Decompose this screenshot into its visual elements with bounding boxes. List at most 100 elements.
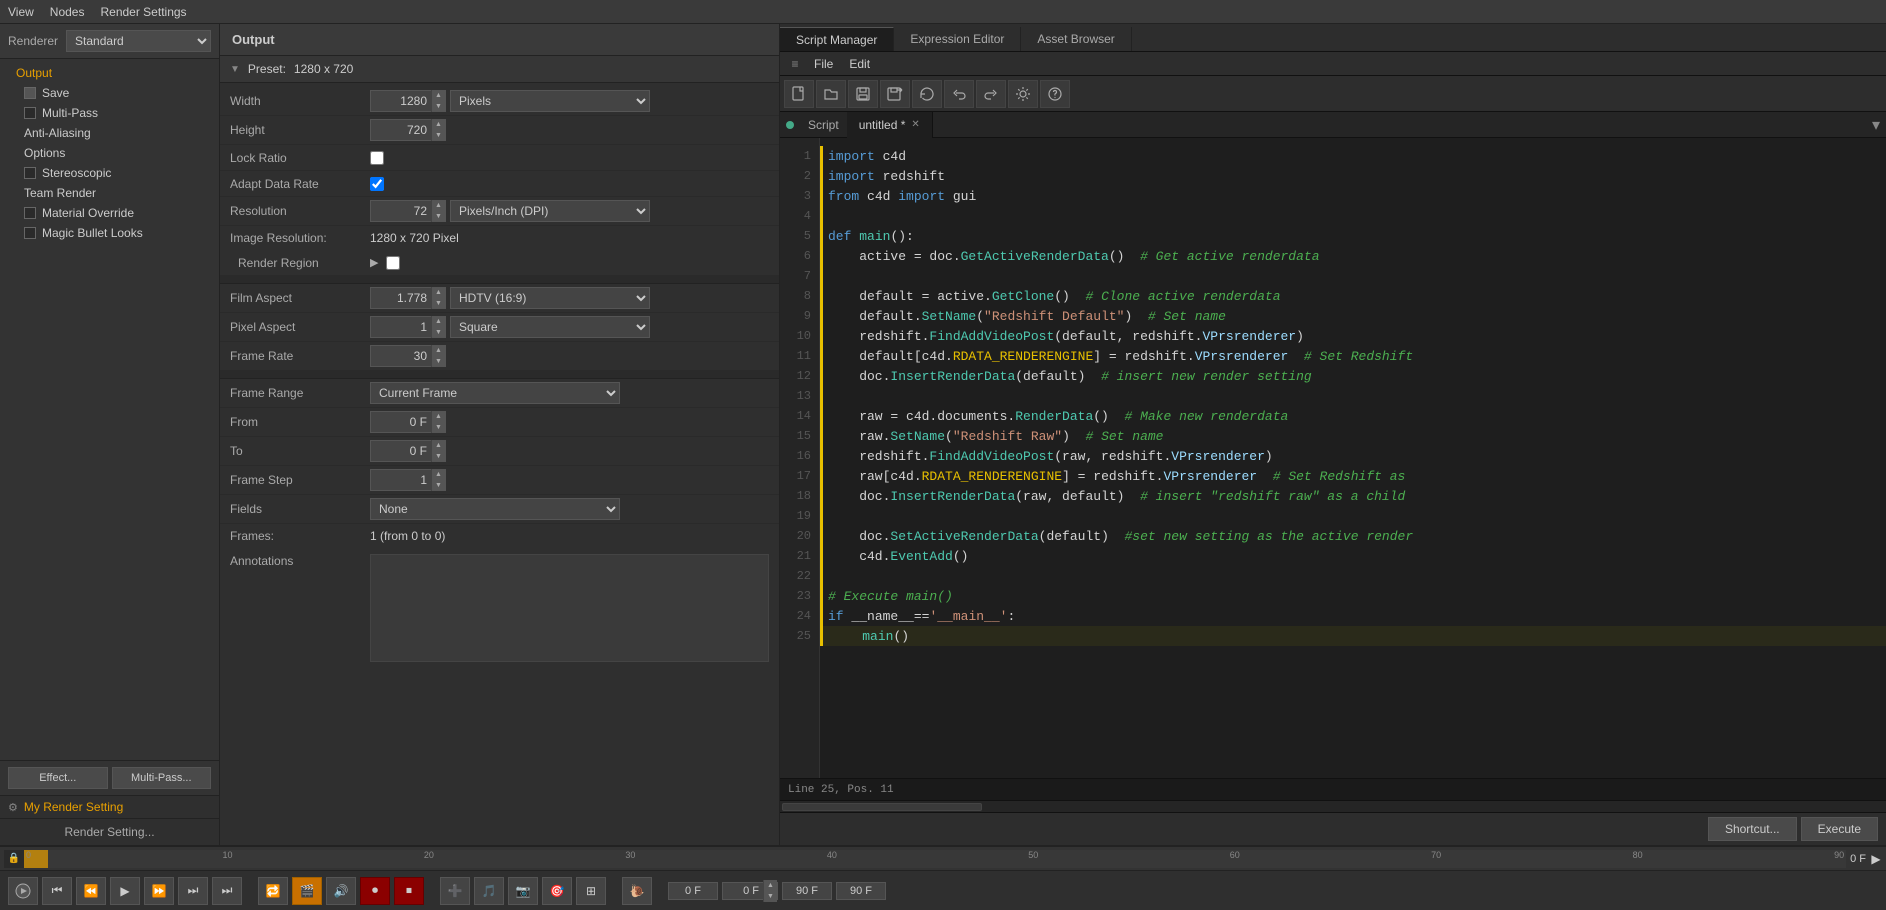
menu-view[interactable]: View bbox=[8, 5, 34, 19]
frame-down[interactable]: ▼ bbox=[763, 891, 777, 902]
film-aspect-input[interactable] bbox=[371, 289, 431, 307]
frame-range-select[interactable]: Current Frame bbox=[370, 382, 620, 404]
to-up-arrow[interactable]: ▲ bbox=[431, 440, 445, 451]
nav-item-stereo-checkbox[interactable] bbox=[24, 167, 36, 179]
pixel-aspect-down-arrow[interactable]: ▼ bbox=[431, 327, 445, 338]
renderer-select[interactable]: Standard bbox=[66, 30, 211, 52]
open-file-btn[interactable] bbox=[816, 80, 846, 108]
save-as-btn[interactable] bbox=[880, 80, 910, 108]
nav-item-multipass-checkbox[interactable] bbox=[24, 107, 36, 119]
loop-btn[interactable]: 🔁 bbox=[258, 877, 288, 905]
script-tab-close[interactable]: ✕ bbox=[911, 119, 919, 130]
frame-step-input-group[interactable]: ▲ ▼ bbox=[370, 469, 446, 491]
settings-btn[interactable] bbox=[1008, 80, 1038, 108]
reload-btn[interactable] bbox=[912, 80, 942, 108]
stop-btn[interactable]: ⏹ bbox=[394, 877, 424, 905]
nav-item-output[interactable]: Output bbox=[0, 63, 219, 83]
skip-end-btn[interactable]: ⏭ bbox=[212, 877, 242, 905]
adapt-data-rate-checkbox[interactable] bbox=[370, 177, 384, 191]
effect-button[interactable]: Effect... bbox=[8, 767, 108, 789]
render-btn[interactable] bbox=[8, 877, 38, 905]
film-aspect-down-arrow[interactable]: ▼ bbox=[431, 298, 445, 309]
width-input-group[interactable]: ▲ ▼ bbox=[370, 90, 446, 112]
snail-btn[interactable]: 🐌 bbox=[622, 877, 652, 905]
track-btn[interactable]: 🎵 bbox=[474, 877, 504, 905]
grid-btn[interactable]: ⊞ bbox=[576, 877, 606, 905]
fields-select[interactable]: None bbox=[370, 498, 620, 520]
current-frame-input[interactable] bbox=[723, 883, 763, 899]
play-btn[interactable]: ▶ bbox=[110, 877, 140, 905]
help-btn[interactable] bbox=[1040, 80, 1070, 108]
tab-script-manager[interactable]: Script Manager bbox=[780, 27, 894, 51]
nav-item-multipass[interactable]: Multi-Pass bbox=[0, 103, 219, 123]
tab-dropdown-btn[interactable]: ▾ bbox=[1866, 115, 1886, 135]
pixel-aspect-input[interactable] bbox=[371, 318, 431, 336]
horizontal-scrollbar[interactable] bbox=[780, 800, 1886, 812]
nav-item-save-checkbox[interactable] bbox=[24, 87, 36, 99]
lock-ratio-checkbox[interactable] bbox=[370, 151, 384, 165]
width-down-arrow[interactable]: ▼ bbox=[431, 101, 445, 112]
undo-btn[interactable] bbox=[944, 80, 974, 108]
step-back-btn[interactable]: ⏪ bbox=[76, 877, 106, 905]
save-file-btn[interactable] bbox=[848, 80, 878, 108]
annotations-box[interactable] bbox=[370, 554, 769, 662]
scrollbar-thumb[interactable] bbox=[782, 803, 982, 811]
to-input-group[interactable]: ▲ ▼ bbox=[370, 440, 446, 462]
add-keyframe-btn[interactable]: ➕ bbox=[440, 877, 470, 905]
from-input-group[interactable]: ▲ ▼ bbox=[370, 411, 446, 433]
nav-item-stereoscopic[interactable]: Stereoscopic bbox=[0, 163, 219, 183]
timeline-lock-icon[interactable]: 🔒 bbox=[4, 850, 24, 868]
keyframe-btn[interactable]: 🎬 bbox=[292, 877, 322, 905]
menu-edit[interactable]: Edit bbox=[841, 57, 878, 71]
nav-item-material-checkbox[interactable] bbox=[24, 207, 36, 219]
menu-render-settings[interactable]: Render Settings bbox=[100, 5, 186, 19]
hamburger-icon[interactable]: ≡ bbox=[784, 53, 806, 75]
pixel-aspect-input-group[interactable]: ▲ ▼ bbox=[370, 316, 446, 338]
current-frame-input-group[interactable]: ▲ ▼ bbox=[722, 882, 778, 900]
to-down-arrow[interactable]: ▼ bbox=[431, 451, 445, 462]
from-input[interactable] bbox=[371, 413, 431, 431]
end-frame-input-1[interactable] bbox=[782, 882, 832, 900]
nav-item-save[interactable]: Save bbox=[0, 83, 219, 103]
menu-file[interactable]: File bbox=[806, 57, 841, 71]
menu-nodes[interactable]: Nodes bbox=[50, 5, 85, 19]
execute-button[interactable]: Execute bbox=[1801, 817, 1878, 841]
my-render-setting-row[interactable]: ⚙ My Render Setting bbox=[0, 795, 219, 818]
nav-item-materialoverride[interactable]: Material Override bbox=[0, 203, 219, 223]
frame-step-down-arrow[interactable]: ▼ bbox=[431, 480, 445, 491]
script-tab-untitled[interactable]: untitled * ✕ bbox=[847, 112, 933, 138]
new-file-btn[interactable] bbox=[784, 80, 814, 108]
motion-btn[interactable]: 🎯 bbox=[542, 877, 572, 905]
resolution-down-arrow[interactable]: ▼ bbox=[431, 211, 445, 222]
height-up-arrow[interactable]: ▲ bbox=[431, 119, 445, 130]
camera-btn[interactable]: 📷 bbox=[508, 877, 538, 905]
record-btn[interactable]: ⏺ bbox=[360, 877, 390, 905]
nav-item-magicbullet[interactable]: Magic Bullet Looks bbox=[0, 223, 219, 243]
frame-step-up-arrow[interactable]: ▲ bbox=[431, 469, 445, 480]
step-fwd-btn[interactable]: ⏩ bbox=[144, 877, 174, 905]
frame-rate-down-arrow[interactable]: ▼ bbox=[431, 356, 445, 367]
pixel-aspect-up-arrow[interactable]: ▲ bbox=[431, 316, 445, 327]
frame-rate-up-arrow[interactable]: ▲ bbox=[431, 345, 445, 356]
width-unit-select[interactable]: Pixels bbox=[450, 90, 650, 112]
tab-asset-browser[interactable]: Asset Browser bbox=[1021, 27, 1131, 51]
timeline-track[interactable]: 0 10 20 30 40 50 60 70 80 90 bbox=[24, 850, 1846, 868]
from-up-arrow[interactable]: ▲ bbox=[431, 411, 445, 422]
height-input-group[interactable]: ▲ ▼ bbox=[370, 119, 446, 141]
nav-item-magic-checkbox[interactable] bbox=[24, 227, 36, 239]
resolution-up-arrow[interactable]: ▲ bbox=[431, 200, 445, 211]
width-up-arrow[interactable]: ▲ bbox=[431, 90, 445, 101]
film-aspect-input-group[interactable]: ▲ ▼ bbox=[370, 287, 446, 309]
frame-rate-input[interactable] bbox=[371, 347, 431, 365]
film-aspect-up-arrow[interactable]: ▲ bbox=[431, 287, 445, 298]
render-region-checkbox[interactable] bbox=[386, 256, 400, 270]
from-down-arrow[interactable]: ▼ bbox=[431, 422, 445, 433]
film-aspect-type-select[interactable]: HDTV (16:9) bbox=[450, 287, 650, 309]
skip-fwd-btn[interactable]: ⏭ bbox=[178, 877, 208, 905]
to-input[interactable] bbox=[371, 442, 431, 460]
height-down-arrow[interactable]: ▼ bbox=[431, 130, 445, 141]
shortcut-button[interactable]: Shortcut... bbox=[1708, 817, 1797, 841]
width-input[interactable] bbox=[371, 92, 431, 110]
audio-btn[interactable]: 🔊 bbox=[326, 877, 356, 905]
nav-item-antialiasing[interactable]: Anti-Aliasing bbox=[0, 123, 219, 143]
